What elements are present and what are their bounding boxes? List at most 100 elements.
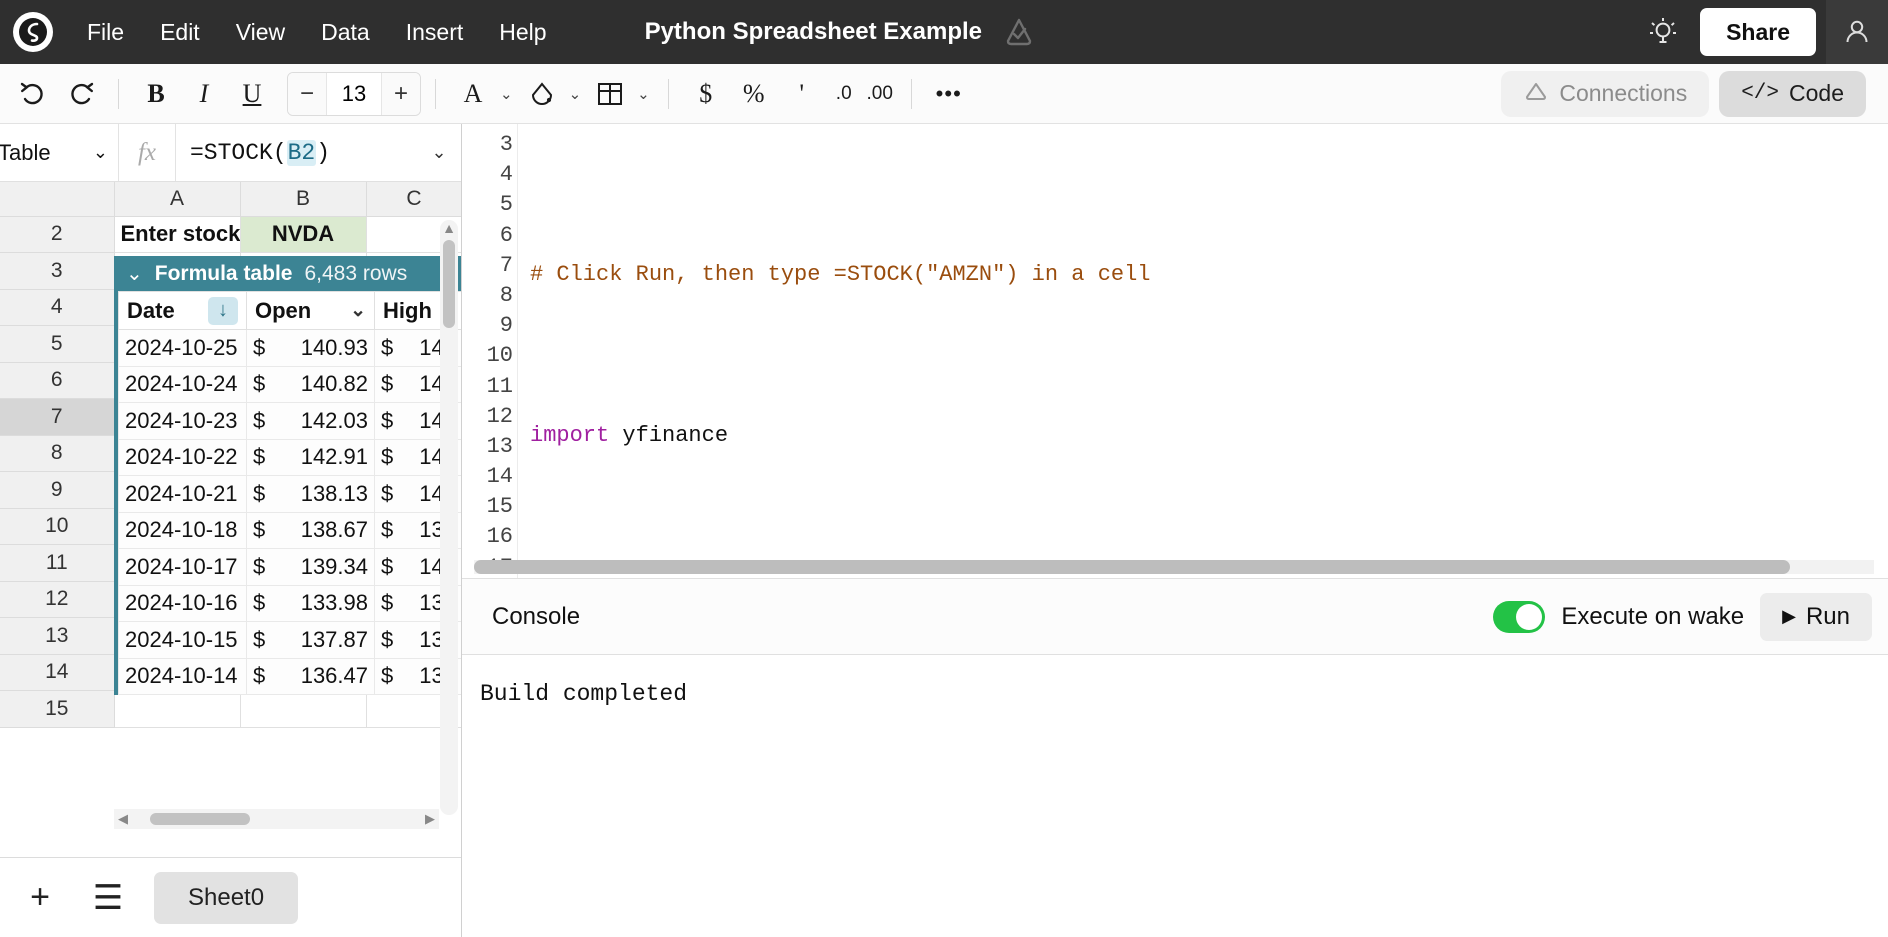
grid-vertical-scrollbar[interactable]: ▲: [440, 220, 458, 815]
borders-control[interactable]: ⌄: [587, 72, 654, 116]
cell-date[interactable]: 2024-10-17: [119, 549, 247, 586]
fill-color-control[interactable]: ⌄: [519, 72, 586, 116]
cell-date[interactable]: 2024-10-21: [119, 476, 247, 513]
cell-b15[interactable]: [240, 691, 366, 728]
expand-formula-chevron-down-icon[interactable]: ⌄: [417, 124, 461, 181]
name-box[interactable]: Table ⌄: [0, 124, 118, 181]
cell-open[interactable]: $133.98: [247, 585, 375, 622]
text-color-control[interactable]: A ⌄: [450, 72, 517, 116]
cell-date[interactable]: 2024-10-15: [119, 622, 247, 659]
row-header-4[interactable]: 4: [0, 289, 114, 326]
formula-table-header[interactable]: ⌄ Formula table 6,483 rows: [118, 256, 461, 291]
code-button[interactable]: </> Code: [1719, 71, 1866, 117]
row-header-10[interactable]: 10: [0, 508, 114, 545]
font-size-stepper[interactable]: − 13 +: [287, 72, 421, 116]
editor-horizontal-scrollbar[interactable]: [474, 560, 1874, 574]
redo-icon[interactable]: [58, 72, 104, 116]
chevron-down-icon[interactable]: ⌄: [496, 85, 517, 103]
row-header-7[interactable]: 7: [0, 399, 114, 436]
column-header-a[interactable]: A: [114, 182, 240, 216]
cell-date[interactable]: 2024-10-23: [119, 403, 247, 440]
lightbulb-icon[interactable]: [1636, 0, 1690, 64]
vertical-scroll-thumb[interactable]: [443, 240, 455, 328]
cell-a2[interactable]: Enter stock: [114, 216, 240, 253]
scroll-up-arrow-icon[interactable]: ▲: [442, 220, 456, 236]
row-header-2[interactable]: 2: [0, 216, 114, 253]
text-color-icon[interactable]: A: [450, 72, 496, 116]
connections-button[interactable]: Connections: [1501, 71, 1709, 117]
scroll-right-arrow-icon[interactable]: ▶: [425, 811, 435, 827]
italic-button[interactable]: I: [181, 72, 227, 116]
code-text-area[interactable]: # Click Run, then type =STOCK("AMZN") in…: [518, 124, 1888, 578]
cell-a15[interactable]: [114, 691, 240, 728]
sheet-tab-sheet0[interactable]: Sheet0: [154, 872, 298, 924]
font-size-increase-button[interactable]: +: [382, 73, 420, 115]
cell-open[interactable]: $139.34: [247, 549, 375, 586]
menu-help[interactable]: Help: [481, 13, 564, 52]
row-header-12[interactable]: 12: [0, 581, 114, 618]
undo-icon[interactable]: [10, 72, 56, 116]
cell-b2[interactable]: NVDA: [240, 216, 366, 253]
select-all-corner[interactable]: [0, 182, 114, 216]
share-button[interactable]: Share: [1700, 8, 1816, 56]
formula-table-col-date[interactable]: Date ↓: [119, 292, 247, 330]
hamburger-menu-icon[interactable]: ☰: [86, 878, 130, 918]
menu-insert[interactable]: Insert: [388, 13, 482, 52]
underline-button[interactable]: U: [229, 72, 275, 116]
app-logo-icon[interactable]: [13, 12, 53, 52]
cell-open[interactable]: $142.03: [247, 403, 375, 440]
chevron-down-icon[interactable]: ⌄: [565, 85, 586, 103]
run-button[interactable]: ▶ Run: [1760, 593, 1872, 641]
plus-icon[interactable]: +: [18, 878, 62, 917]
row-header-6[interactable]: 6: [0, 362, 114, 399]
column-header-c[interactable]: C: [366, 182, 461, 216]
column-header-b[interactable]: B: [240, 182, 366, 216]
chevron-down-icon[interactable]: ⌄: [633, 85, 654, 103]
row-header-8[interactable]: 8: [0, 435, 114, 472]
cell-open[interactable]: $138.67: [247, 512, 375, 549]
font-size-decrease-button[interactable]: −: [288, 73, 326, 115]
cell-open[interactable]: $140.93: [247, 330, 375, 367]
cell-open[interactable]: $137.87: [247, 622, 375, 659]
row-header-14[interactable]: 14: [0, 654, 114, 691]
cell-date[interactable]: 2024-10-24: [119, 366, 247, 403]
cell-date[interactable]: 2024-10-14: [119, 658, 247, 695]
horizontal-scroll-thumb[interactable]: [150, 813, 250, 825]
row-header-5[interactable]: 5: [0, 326, 114, 363]
horizontal-scroll-track[interactable]: [134, 813, 419, 825]
cell-open[interactable]: $140.82: [247, 366, 375, 403]
cell-date[interactable]: 2024-10-25: [119, 330, 247, 367]
menu-view[interactable]: View: [218, 13, 303, 52]
user-avatar-icon[interactable]: [1826, 0, 1888, 64]
editor-horizontal-scroll-thumb[interactable]: [474, 560, 1790, 574]
cell-open[interactable]: $138.13: [247, 476, 375, 513]
row-header-15[interactable]: 15: [0, 691, 114, 728]
row-header-11[interactable]: 11: [0, 545, 114, 582]
formula-input[interactable]: =STOCK(B2): [176, 124, 417, 181]
percent-format-button[interactable]: %: [731, 72, 777, 116]
code-editor[interactable]: 3 4 5 6 7 8 9 10 11 12 13 14 15 16 17 # …: [462, 124, 1888, 579]
row-header-3[interactable]: 3: [0, 253, 114, 290]
document-title[interactable]: Python Spreadsheet Example: [645, 18, 982, 46]
row-header-9[interactable]: 9: [0, 472, 114, 509]
font-size-input[interactable]: 13: [326, 73, 382, 115]
row-header-13[interactable]: 13: [0, 618, 114, 655]
formula-table-col-open[interactable]: Open ⌄: [247, 292, 375, 330]
increase-decimal-button[interactable]: .00: [863, 72, 897, 116]
cell-date[interactable]: 2024-10-22: [119, 439, 247, 476]
chevron-down-icon[interactable]: ⌄: [126, 261, 143, 286]
sort-descending-arrow-icon[interactable]: ↓: [208, 297, 238, 325]
cell-open[interactable]: $136.47: [247, 658, 375, 695]
more-options-icon[interactable]: •••: [926, 72, 972, 116]
chevron-down-icon[interactable]: ⌄: [350, 299, 366, 322]
grid-horizontal-scrollbar[interactable]: ◀ ▶: [114, 809, 439, 829]
execute-on-wake-toggle[interactable]: [1493, 601, 1545, 633]
comma-format-button[interactable]: ': [779, 72, 825, 116]
chevron-down-icon[interactable]: ⌄: [93, 142, 108, 163]
currency-format-button[interactable]: $: [683, 72, 729, 116]
menu-edit[interactable]: Edit: [142, 13, 218, 52]
cell-date[interactable]: 2024-10-18: [119, 512, 247, 549]
cell-open[interactable]: $142.91: [247, 439, 375, 476]
scroll-left-arrow-icon[interactable]: ◀: [118, 811, 128, 827]
menu-file[interactable]: File: [69, 13, 142, 52]
